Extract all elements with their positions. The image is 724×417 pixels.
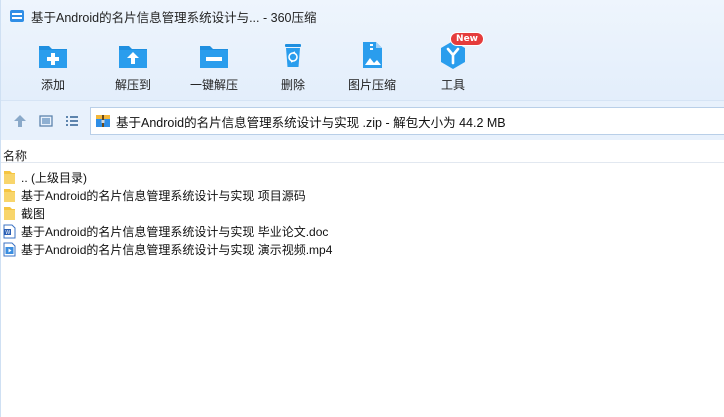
column-header[interactable]: 名称 xyxy=(1,145,724,163)
folder-icon xyxy=(3,205,17,221)
tools-button[interactable]: New 工具 xyxy=(411,32,495,96)
list-item[interactable]: 基于Android的名片信息管理系统设计与实现 演示视频.mp4 xyxy=(3,240,703,258)
top-bar: 基于Android的名片信息管理系统设计与... - 360压缩 添加 解压到 … xyxy=(1,0,724,100)
list-item-name: 基于Android的名片信息管理系统设计与实现 项目源码 xyxy=(21,188,306,203)
delete-icon xyxy=(276,38,310,72)
image-compress-button[interactable]: 图片压缩 xyxy=(330,34,414,96)
list-item[interactable]: 截图 xyxy=(3,204,703,222)
extract-to-button[interactable]: 解压到 xyxy=(91,34,175,96)
svg-text:W: W xyxy=(5,230,10,236)
tools-label: 工具 xyxy=(440,78,465,92)
column-name-header[interactable]: 名称 xyxy=(3,147,27,164)
list-item-name: 截图 xyxy=(21,206,46,221)
tools-icon: New xyxy=(436,32,484,72)
list-item[interactable]: 基于Android的名片信息管理系统设计与实现 项目源码 xyxy=(3,186,703,204)
image-compress-icon xyxy=(355,38,389,72)
navigation-row: 基于Android的名片信息管理系统设计与实现 .zip - 解包大小为 44.… xyxy=(1,100,724,140)
folder-icon xyxy=(3,169,17,185)
address-bar[interactable]: 基于Android的名片信息管理系统设计与实现 .zip - 解包大小为 44.… xyxy=(90,107,724,135)
one-click-extract-icon xyxy=(197,38,231,72)
toolbar: 添加 解压到 一键解压 删除 图片压缩 New 工具 xyxy=(1,32,724,96)
add-label: 添加 xyxy=(40,78,65,92)
one-click-extract-button[interactable]: 一键解压 xyxy=(172,34,256,96)
zip-archive-icon xyxy=(95,113,111,129)
list-item[interactable]: W 基于Android的名片信息管理系统设计与实现 毕业论文.doc xyxy=(3,222,703,240)
list-item-name: 基于Android的名片信息管理系统设计与实现 毕业论文.doc xyxy=(21,224,329,239)
image-compress-label: 图片压缩 xyxy=(347,78,396,92)
word-document-icon: W xyxy=(3,223,17,239)
up-arrow-icon[interactable] xyxy=(12,113,28,129)
list-view-icon[interactable] xyxy=(64,113,80,129)
window-title: 基于Android的名片信息管理系统设计与... - 360压缩 xyxy=(31,10,317,25)
address-text: 基于Android的名片信息管理系统设计与实现 .zip - 解包大小为 44.… xyxy=(116,115,506,130)
delete-label: 删除 xyxy=(280,78,305,92)
app-window: 基于Android的名片信息管理系统设计与... - 360压缩 添加 解压到 … xyxy=(0,0,724,417)
list-item[interactable]: .. (上级目录) xyxy=(3,168,703,186)
one-click-extract-label: 一键解压 xyxy=(189,78,238,92)
delete-button[interactable]: 删除 xyxy=(251,34,335,96)
add-icon xyxy=(36,38,70,72)
new-badge: New xyxy=(450,32,484,46)
extract-to-label: 解压到 xyxy=(114,78,151,92)
add-button[interactable]: 添加 xyxy=(11,34,95,96)
list-item-name: .. (上级目录) xyxy=(21,170,87,185)
title-bar: 基于Android的名片信息管理系统设计与... - 360压缩 xyxy=(1,0,724,32)
extract-to-icon xyxy=(116,38,150,72)
thumbnail-view-icon[interactable] xyxy=(38,113,54,129)
folder-icon xyxy=(3,187,17,203)
video-file-icon xyxy=(3,241,17,257)
app-logo-icon xyxy=(9,8,25,24)
list-item-name: 基于Android的名片信息管理系统设计与实现 演示视频.mp4 xyxy=(21,242,333,257)
